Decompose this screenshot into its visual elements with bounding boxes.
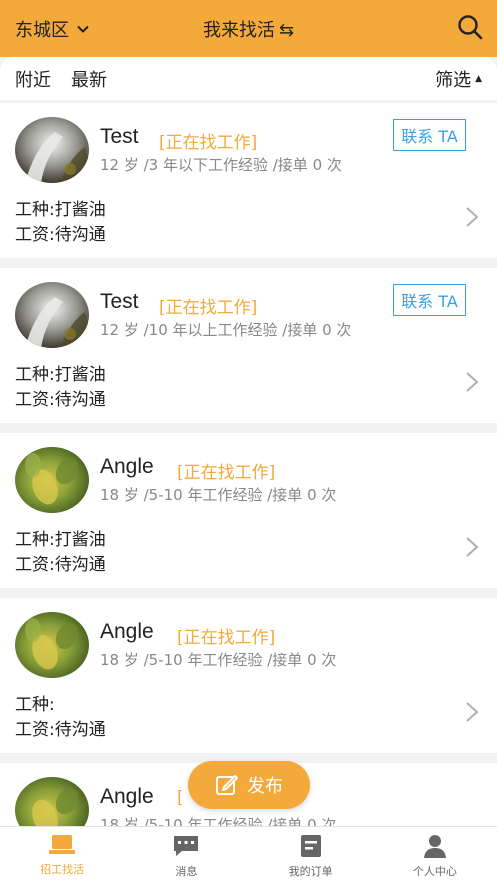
worker-meta: 12 岁 /10 年以上工作经验 /接单 0 次 — [100, 321, 352, 339]
job-type: 工种:打酱油 — [15, 365, 106, 385]
status-badge: [正在找工作] — [159, 298, 258, 318]
worker-meta: 12 岁 /3 年以下工作经验 /接单 0 次 — [100, 156, 342, 174]
worker-name: Angle — [100, 620, 154, 643]
tab-nearby[interactable]: 附近 — [15, 66, 51, 92]
laptop-icon — [49, 835, 76, 854]
tab-recruit[interactable]: 招工找活 — [0, 827, 124, 883]
chevron-right-icon — [466, 207, 479, 227]
contact-button[interactable]: 联系 TA — [393, 119, 466, 151]
worker-card[interactable]: Test [正在找工作] 12 岁 /10 年以上工作经验 /接单 0 次 联系… — [0, 268, 497, 423]
job-type: 工种:打酱油 — [15, 530, 106, 550]
chevron-down-icon — [77, 25, 89, 33]
status-badge: [正在找工作] — [159, 133, 258, 153]
worker-name: Angle — [100, 785, 154, 808]
salary: 工资:待沟通 — [15, 390, 106, 410]
tab-messages[interactable]: 消息 — [124, 827, 248, 883]
worker-card[interactable]: Angle [正在找工作] 18 岁 /5-10 年工作经验 /接单 0 次 工… — [0, 433, 497, 588]
bottom-tab-bar: 招工找活 消息 我的订单 个人中心 — [0, 826, 497, 883]
publish-button[interactable]: 发布 — [188, 761, 310, 809]
top-header: 东城区 我来找活 ⇆ — [0, 0, 497, 57]
filter-bar: 附近 最新 筛选 ▲ — [0, 57, 497, 100]
avatar — [15, 612, 89, 678]
status-badge: [正在找工作] — [177, 463, 276, 483]
job-type: 工种:打酱油 — [15, 200, 106, 220]
status-badge: [正在找工作] — [177, 628, 276, 648]
salary: 工资:待沟通 — [15, 720, 106, 740]
tab-latest[interactable]: 最新 — [71, 66, 107, 92]
page-title[interactable]: 我来找活 ⇆ — [203, 20, 294, 41]
filter-button[interactable]: 筛选 ▲ — [435, 66, 482, 92]
avatar — [15, 117, 89, 183]
worker-card[interactable]: Angle [正在找工作] 18 岁 /5-10 年工作经验 /接单 0 次 工… — [0, 598, 497, 753]
worker-name: Test — [100, 125, 139, 148]
salary: 工资:待沟通 — [15, 225, 106, 245]
avatar — [15, 282, 89, 348]
swap-arrows-icon: ⇆ — [278, 19, 295, 41]
tab-orders[interactable]: 我的订单 — [249, 827, 373, 883]
job-type: 工种: — [15, 695, 55, 715]
tab-profile[interactable]: 个人中心 — [373, 827, 497, 883]
contact-button[interactable]: 联系 TA — [393, 284, 466, 316]
chevron-right-icon — [466, 537, 479, 557]
salary: 工资:待沟通 — [15, 555, 106, 575]
person-icon — [423, 835, 446, 858]
avatar — [15, 447, 89, 513]
chevron-right-icon — [466, 702, 479, 722]
filter-label: 筛选 — [435, 69, 472, 91]
worker-card[interactable]: Test [正在找工作] 12 岁 /3 年以下工作经验 /接单 0 次 联系 … — [0, 103, 497, 258]
chevron-right-icon — [466, 372, 479, 392]
search-icon — [458, 14, 483, 39]
chat-icon — [174, 836, 199, 856]
triangle-down-icon: ▲ — [475, 73, 482, 84]
district-label: 东城区 — [15, 19, 69, 41]
district-selector[interactable]: 东城区 — [0, 16, 89, 42]
worker-name: Angle — [100, 455, 154, 478]
worker-meta: 18 岁 /5-10 年工作经验 /接单 0 次 — [100, 486, 337, 504]
status-badge: [ — [177, 788, 184, 808]
worker-meta: 18 岁 /5-10 年工作经验 /接单 0 次 — [100, 651, 337, 669]
edit-icon — [216, 775, 238, 795]
order-icon — [300, 835, 321, 857]
publish-label: 发布 — [247, 776, 283, 797]
worker-name: Test — [100, 290, 139, 313]
search-button[interactable] — [457, 14, 497, 44]
